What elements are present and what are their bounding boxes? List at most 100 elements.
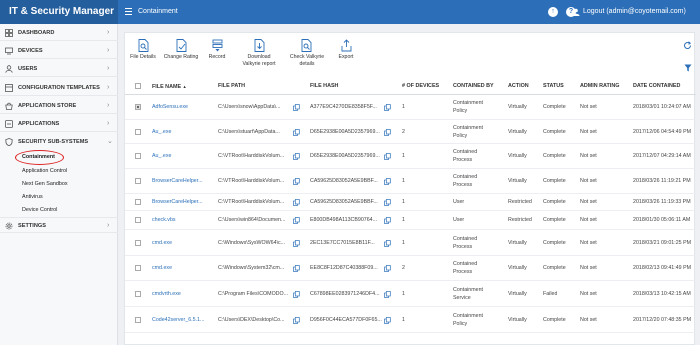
copy-hash-icon[interactable] [384, 240, 391, 247]
copy-path-icon[interactable] [293, 178, 300, 185]
table-row[interactable]: AdfoSensu.exe C:\Users\snow\AppData\... … [125, 95, 696, 120]
copy-hash-icon[interactable] [384, 291, 391, 298]
sidebar-item-configuration-templates[interactable]: CONFIGURATION TEMPLATES › [0, 80, 118, 96]
file-details-button[interactable]: File Details [130, 39, 156, 61]
copy-path-icon[interactable] [293, 265, 300, 272]
copy-path-icon[interactable] [293, 240, 300, 247]
row-checkbox[interactable] [135, 291, 141, 297]
file-name-link[interactable]: Au_.exe [152, 153, 214, 159]
contained-by-line1: Containment [453, 100, 484, 106]
file-path: C:\Users\snow\AppData\... [218, 104, 281, 110]
row-checkbox[interactable] [135, 199, 141, 205]
sidebar-subitem-device-control[interactable]: Device Control [22, 205, 57, 216]
sidebar-subitem-next-gen-sandbox[interactable]: Next Gen Sandbox [22, 179, 68, 190]
copy-hash-icon[interactable] [384, 129, 391, 136]
copy-path-icon[interactable] [293, 317, 300, 324]
upload-icon[interactable]: ↑ [548, 7, 558, 17]
sidebar-item-dashboard[interactable]: DASHBOARD › [0, 25, 118, 41]
select-all-checkbox[interactable] [135, 83, 141, 89]
copy-path-icon[interactable] [293, 104, 300, 111]
copy-path-icon[interactable] [293, 291, 300, 298]
sidebar-item-devices[interactable]: DEVICES › [0, 43, 118, 59]
export-button[interactable]: Export [335, 39, 357, 61]
sidebar-subitem-antivirus[interactable]: Antivirus [22, 192, 43, 203]
contained-by-line1: Containment [453, 125, 484, 131]
copy-hash-icon[interactable] [384, 199, 391, 206]
admin-rating: Not set [580, 217, 597, 223]
check-valkyrie-details-button[interactable]: Check Valkyrie details [286, 39, 328, 67]
copy-path-icon[interactable] [293, 217, 300, 224]
contained-by-line2: Process [453, 269, 473, 275]
copy-hash-icon[interactable] [384, 153, 391, 160]
column-status[interactable]: STATUS [543, 78, 564, 95]
row-checkbox[interactable] [135, 240, 141, 246]
sidebar-item-security-sub-systems[interactable]: SECURITY SUB-SYSTEMS ⌄ [0, 134, 118, 150]
row-checkbox[interactable] [135, 178, 141, 184]
file-name-link[interactable]: cmd.exe [152, 265, 214, 271]
column-action[interactable]: ACTION [508, 78, 529, 95]
column-file-name-label: FILE NAME [152, 84, 182, 90]
admin-rating: Not set [580, 317, 597, 323]
column-file-hash[interactable]: FILE HASH [310, 78, 338, 95]
file-name-link[interactable]: BrowserCareHelper... [152, 199, 214, 205]
copy-hash-icon[interactable] [384, 178, 391, 185]
copy-path-icon[interactable] [293, 129, 300, 136]
table-row[interactable]: cmdvrth.exe C:\Program Files\COMODO... C… [125, 281, 696, 307]
file-name-link[interactable]: check.vbs [152, 217, 214, 223]
page-title: Containment [138, 8, 178, 15]
column-admin-rating[interactable]: ADMIN RATING [580, 78, 619, 95]
file-name-link[interactable]: cmd.exe [152, 240, 214, 246]
date-contained: 2018/03/26 11:19:33 PM [633, 199, 691, 205]
date-contained: 2018/03/21 09:01:25 PM [633, 240, 692, 246]
brand-title: IT & Security Manager [0, 0, 118, 24]
column-file-path[interactable]: FILE PATH [218, 78, 245, 95]
table-row[interactable]: check.vbs C:\Users\win864\Documen... E80… [125, 211, 696, 230]
row-checkbox[interactable] [135, 317, 141, 323]
sidebar-item-settings[interactable]: SETTINGS › [0, 217, 118, 233]
column-contained-by[interactable]: CONTAINED BY [453, 78, 494, 95]
table-row[interactable]: cmd.exe C:\Windows\System32\cm... EE8C8F… [125, 256, 696, 281]
action: Virtually [508, 291, 527, 297]
table-row[interactable]: Au_.exe C:\Users\stuart\AppData... D65E2… [125, 120, 696, 144]
table-row[interactable]: Au_.exe C:\VTRoot\HarddiskVolum... D65E2… [125, 144, 696, 169]
copy-hash-icon[interactable] [384, 104, 391, 111]
table-row[interactable]: BrowserCareHelper... C:\VTRoot\HarddiskV… [125, 194, 696, 211]
sidebar-item-applications[interactable]: APPLICATIONS › [0, 116, 118, 132]
date-contained: 2018/03/13 10:42:15 AM [633, 291, 691, 297]
refresh-icon[interactable] [683, 41, 692, 50]
column-devices[interactable]: # OF DEVICES [402, 78, 439, 95]
copy-hash-icon[interactable] [384, 317, 391, 324]
logout-icon[interactable] [572, 8, 580, 16]
copy-hash-icon[interactable] [384, 217, 391, 224]
file-name-link[interactable]: cmdvrth.exe [152, 291, 214, 297]
copy-path-icon[interactable] [293, 199, 300, 206]
change-rating-label: Change Rating [163, 54, 199, 60]
row-checkbox[interactable] [135, 104, 141, 110]
table-row[interactable]: BrowserCareHelper... C:\VTRoot\HarddiskV… [125, 169, 696, 194]
hamburger-menu-icon[interactable] [125, 8, 132, 15]
record-button[interactable]: Record [206, 39, 228, 61]
row-checkbox[interactable] [135, 217, 141, 223]
file-name-link[interactable]: Au_.exe [152, 129, 214, 135]
file-name-link[interactable]: AdfoSensu.exe [152, 104, 214, 110]
table-row[interactable]: Code42server_6.5.1... C:\Users\DEX\Deskt… [125, 307, 696, 333]
table-row[interactable]: cmd.exe C:\Windows\SysWOW64\c... 2EC13E7… [125, 230, 696, 256]
sidebar-subitem-application-control[interactable]: Application Control [22, 166, 67, 177]
sidebar-item-application-store[interactable]: APPLICATION STORE › [0, 98, 118, 114]
logout-link[interactable]: Logout (admin@coyotemail.com) [583, 0, 686, 24]
device-count: 2 [402, 129, 405, 135]
row-checkbox[interactable] [135, 153, 141, 159]
download-valkyrie-report-button[interactable]: Download Valkyrie report [237, 39, 281, 67]
file-name-link[interactable]: Code42server_6.5.1... [152, 317, 214, 323]
download-valkyrie-label-line2: Valkyrie report [242, 60, 276, 67]
column-date-contained[interactable]: DATE CONTAINED [633, 78, 680, 95]
file-name-link[interactable]: BrowserCareHelper... [152, 178, 214, 184]
column-file-name[interactable]: FILE NAME ▲ [152, 78, 187, 96]
change-rating-button[interactable]: Change Rating [162, 39, 200, 61]
copy-path-icon[interactable] [293, 153, 300, 160]
row-checkbox[interactable] [135, 129, 141, 135]
row-checkbox[interactable] [135, 265, 141, 271]
copy-hash-icon[interactable] [384, 265, 391, 272]
sidebar-item-users[interactable]: USERS › [0, 61, 118, 77]
filter-icon[interactable] [684, 64, 692, 72]
